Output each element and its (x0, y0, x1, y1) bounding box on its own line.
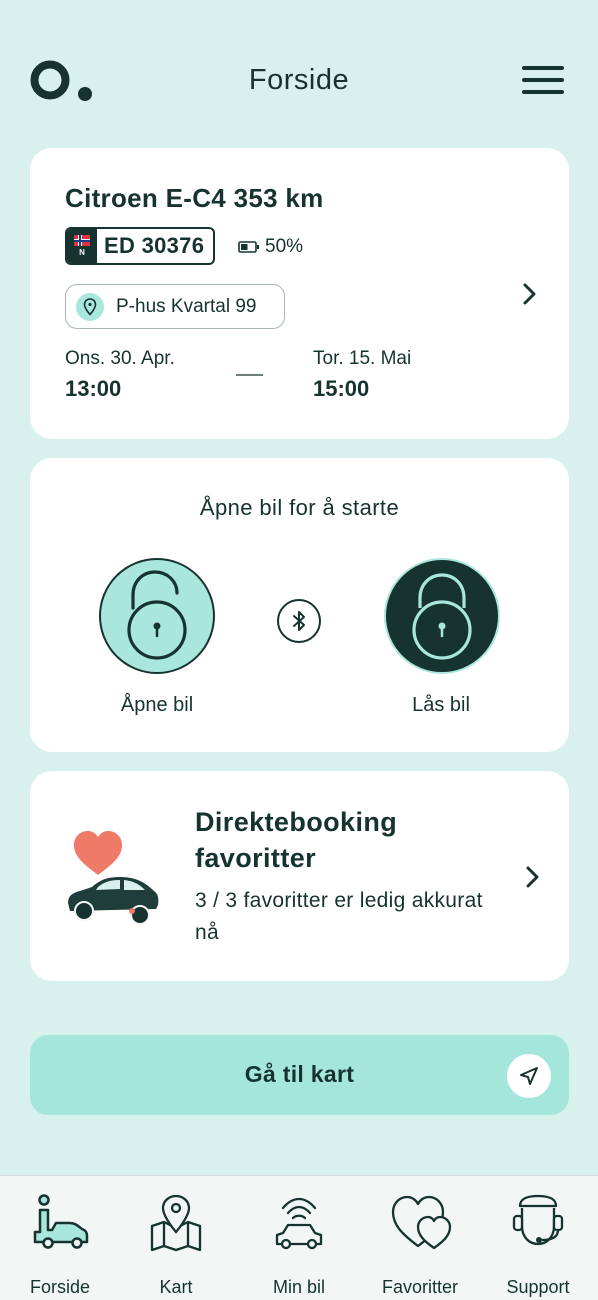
chevron-right-icon[interactable] (521, 281, 539, 307)
nav-label: Favoritter (381, 1277, 459, 1297)
hearts-icon (391, 1195, 452, 1250)
lock-car-button[interactable] (384, 558, 500, 674)
navigation-arrow-icon (507, 1054, 551, 1098)
favorites-availability: 3 / 3 favoritter er ledig akkurat nå (195, 889, 483, 944)
unlock-title: Åpne bil for å starte (199, 495, 400, 520)
license-plate: N ED 30376 (65, 227, 215, 265)
nav-item-min-bil[interactable]: Min bil (240, 1192, 358, 1297)
open-car-label: Åpne bil (120, 694, 194, 716)
nav-item-support[interactable]: Support (479, 1192, 597, 1297)
locked-padlock-icon (412, 573, 472, 660)
location-pill[interactable]: P-hus Kvartal 99 (65, 284, 285, 329)
end-datetime: Tor. 15. Mai 15:00 (313, 348, 411, 402)
battery-icon (238, 241, 259, 253)
battery-percentage: 50% (265, 236, 304, 257)
bluetooth-icon (277, 599, 321, 643)
map-pin-icon (150, 1194, 202, 1252)
car-title: Citroen E-C4 353 km (65, 183, 324, 213)
start-date: Ons. 30. Apr. (65, 348, 175, 369)
header: Forside (0, 40, 598, 120)
location-label: P-hus Kvartal 99 (116, 295, 257, 317)
favorites-card[interactable]: Direktebooking favoritter 3 / 3 favoritt… (30, 771, 569, 981)
start-datetime: Ons. 30. Apr. 13:00 (65, 348, 175, 402)
nav-item-favoritter[interactable]: Favoritter (361, 1192, 479, 1297)
open-car-button[interactable] (99, 558, 215, 674)
end-time: 15:00 (313, 376, 370, 401)
car-heart-illustration-icon (68, 831, 159, 925)
plate-country-code: N (79, 248, 85, 257)
go-to-map-label: Gå til kart (244, 1061, 355, 1087)
norway-flag-icon: N (67, 229, 97, 263)
nav-label: Support (506, 1277, 570, 1297)
nav-label: Min bil (272, 1277, 325, 1297)
headset-icon (512, 1194, 564, 1246)
page-title: Forside (248, 64, 350, 96)
nav-item-forside[interactable]: Forside (1, 1192, 119, 1297)
unlock-card: Åpne bil for å starte Åpne bil Lås bil (30, 458, 569, 752)
home-car-icon (33, 1194, 89, 1249)
lock-car-label: Lås bil (412, 694, 470, 716)
start-time: 13:00 (65, 376, 122, 401)
nav-item-kart[interactable]: Kart (117, 1192, 235, 1297)
go-to-map-button[interactable]: Gå til kart (30, 1035, 569, 1115)
nav-label: Kart (159, 1277, 193, 1297)
booking-card[interactable]: Citroen E-C4 353 km N ED 30376 50% P-hus… (30, 148, 569, 439)
date-separator (236, 374, 263, 376)
nav-label: Forside (29, 1277, 91, 1297)
chevron-right-icon[interactable] (524, 864, 542, 890)
end-date: Tor. 15. Mai (313, 348, 412, 369)
hamburger-menu-icon[interactable] (522, 66, 564, 96)
my-car-icon (275, 1197, 323, 1250)
favorites-title: Direktebooking favoritter (195, 807, 398, 873)
plate-number: ED 30376 (104, 233, 205, 258)
battery-status: 50% (238, 236, 303, 258)
bottom-navigation: Forside Kart Min bil Favoritter Support (0, 1175, 598, 1300)
location-pin-icon (76, 292, 104, 321)
unlocked-padlock-icon (127, 570, 187, 660)
